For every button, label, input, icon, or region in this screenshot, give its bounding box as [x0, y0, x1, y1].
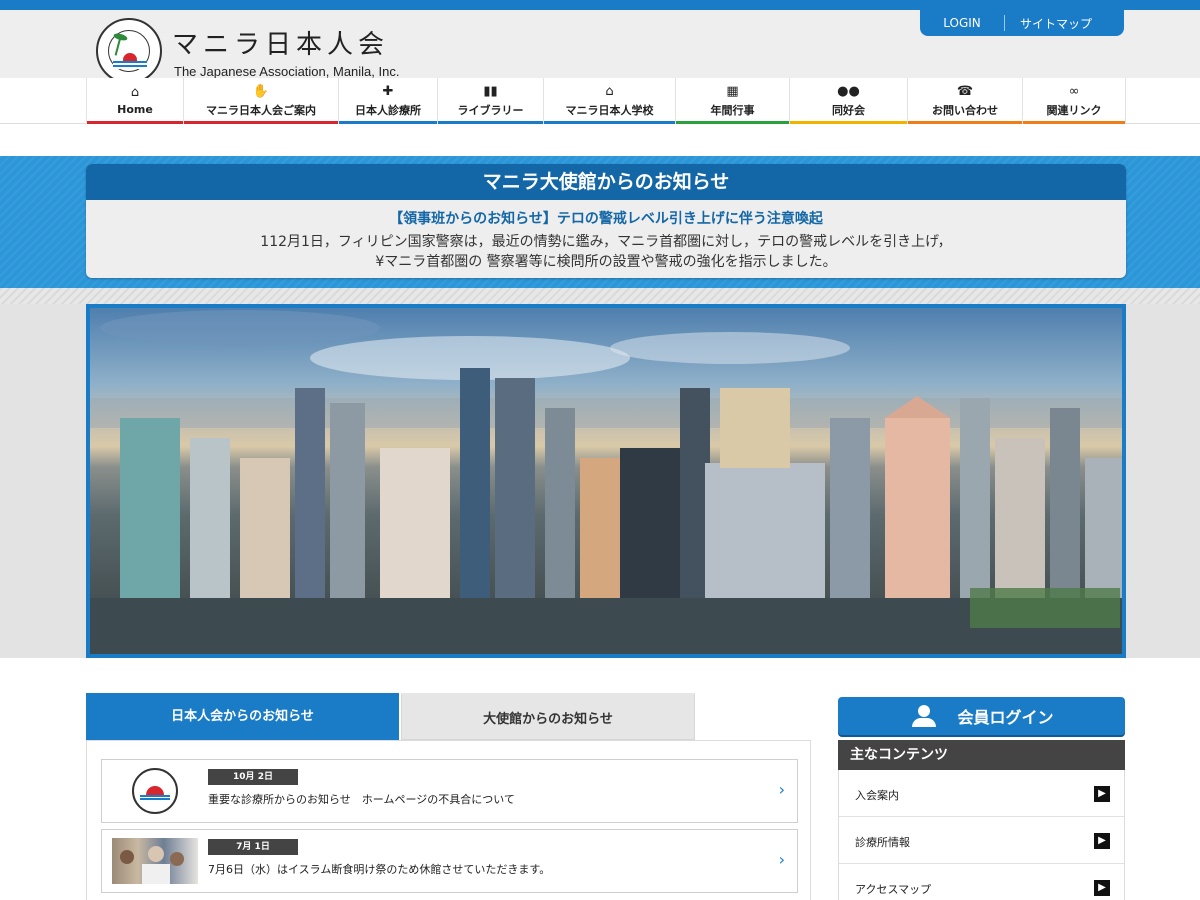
main-contents-heading: 主なコンテンツ [838, 740, 1125, 770]
utility-nav: LOGIN サイトマップ [920, 10, 1124, 36]
group-icon: ●● [837, 83, 860, 99]
nav-item-links[interactable]: ∞ 関連リンク [1022, 78, 1126, 124]
cityscape-illustration [90, 310, 1122, 654]
main-contents-list: 入会案内 ▶ 診療所情報 ▶ アクセスマップ ▶ [838, 770, 1125, 900]
notice-body-line: 112月1日，フィリピン国家警察は，最近の情勢に鑑み，マニラ首都圏に対し，テロの… [260, 234, 952, 250]
sidebar-item-label: 入会案内 [855, 789, 899, 802]
nav-label: 年間行事 [710, 103, 755, 117]
clinic-icon: ✚ [382, 83, 394, 99]
nav-label: ライブラリー [457, 103, 524, 117]
site-title[interactable]: マニラ日本人会 [172, 24, 389, 61]
nav-item-events[interactable]: ▦ 年間行事 [675, 78, 789, 124]
sitemap-link[interactable]: サイトマップ [1005, 15, 1107, 32]
nav-item-about[interactable]: ✋ マニラ日本人会ご案内 [183, 78, 338, 124]
news-title: 7月6日（水）はイスラム断食明け祭のため休館させていただきます。 [208, 863, 551, 876]
news-date: 7月 1日 [208, 839, 298, 855]
calendar-icon: ▦ [726, 83, 739, 99]
sidebar-item-label: 診療所情報 [855, 836, 910, 849]
news-title: 重要な診療所からのお知らせ ホームページの不具合について [208, 793, 515, 806]
nav-label: 日本人診療所 [355, 103, 421, 117]
news-panel: 10月 2日 重要な診療所からのお知らせ ホームページの不具合について › 7月… [86, 740, 811, 900]
divider-band [0, 288, 1200, 304]
site-subtitle: The Japanese Association, Manila, Inc. [174, 64, 400, 79]
nav-label: 同好会 [832, 103, 865, 117]
nav-label: マニラ日本人会ご案内 [206, 103, 316, 117]
nav-item-library[interactable]: ▮▮ ライブラリー [437, 78, 543, 124]
home-icon: ⌂ [130, 85, 140, 100]
embassy-notice: マニラ大使館からのお知らせ 【領事班からのお知らせ】テロの警戒レベル引き上げに伴… [86, 164, 1126, 278]
nav-label: マニラ日本人学校 [565, 103, 654, 117]
main-nav: ⌂ Home ✋ マニラ日本人会ご案内 ✚ 日本人診療所 ▮▮ ライブラリー ⌂… [0, 78, 1200, 133]
association-logo[interactable] [96, 18, 162, 84]
sidebar-item-clinic-info[interactable]: 診療所情報 ▶ [839, 817, 1124, 864]
notice-title-link[interactable]: 【領事班からのお知らせ】テロの警戒レベル引き上げに伴う注意喚起 [86, 208, 1126, 228]
news-list-item[interactable]: 7月 1日 7月6日（水）はイスラム断食明け祭のため休館させていただきます。 › [101, 829, 798, 893]
nav-label: 関連リンク [1046, 103, 1102, 117]
tab-association-news[interactable]: 日本人会からのお知らせ [86, 693, 399, 740]
school-icon: ⌂ [605, 83, 614, 99]
sidebar-item-membership[interactable]: 入会案内 ▶ [839, 770, 1124, 817]
nav-item-clinic[interactable]: ✚ 日本人診療所 [338, 78, 437, 124]
notice-heading: マニラ大使館からのお知らせ [86, 164, 1126, 200]
book-icon: ▮▮ [483, 83, 498, 99]
phone-icon: ☎ [956, 83, 974, 99]
nav-label: Home [117, 103, 153, 116]
nav-item-clubs[interactable]: ●● 同好会 [789, 78, 907, 124]
nav-item-contact[interactable]: ☎ お問い合わせ [907, 78, 1022, 124]
member-login-button[interactable]: 会員ログイン [838, 697, 1125, 735]
notice-body-line: ¥マニラ首都圏の 警察署等に検問所の設置や警戒の強化を指示しました。 [375, 254, 837, 270]
nav-item-home[interactable]: ⌂ Home [86, 78, 183, 133]
news-date: 10月 2日 [208, 769, 298, 785]
chevron-right-icon: › [778, 780, 785, 799]
chevron-right-icon: › [778, 850, 785, 869]
nav-label: お問い合わせ [932, 103, 998, 117]
sidebar-item-label: アクセスマップ [855, 883, 932, 896]
member-login-label: 会員ログイン [957, 708, 1054, 727]
arrow-right-icon: ▶ [1094, 833, 1110, 849]
arrow-right-icon: ▶ [1094, 880, 1110, 896]
news-list-item[interactable]: 10月 2日 重要な診療所からのお知らせ ホームページの不具合について › [101, 759, 798, 823]
hero-cityscape-image [86, 304, 1126, 658]
link-icon: ∞ [1068, 83, 1080, 99]
handshake-icon: ✋ [252, 83, 270, 99]
sidebar-item-access-map[interactable]: アクセスマップ ▶ [839, 864, 1124, 900]
top-accent-strip [0, 0, 1200, 10]
tab-embassy-news[interactable]: 大使館からのお知らせ [401, 693, 695, 740]
news-thumbnail-logo [112, 768, 198, 814]
arrow-right-icon: ▶ [1094, 786, 1110, 802]
news-thumbnail-photo [112, 838, 198, 884]
login-link[interactable]: LOGIN [920, 16, 1004, 30]
user-icon [909, 705, 939, 727]
nav-item-school[interactable]: ⌂ マニラ日本人学校 [543, 78, 675, 124]
spacer [0, 124, 1200, 156]
